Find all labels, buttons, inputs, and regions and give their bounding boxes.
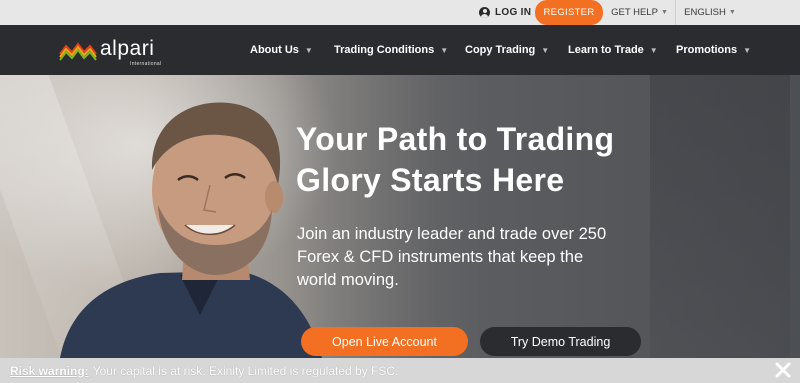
nav-item-label: About Us (250, 44, 299, 56)
chevron-down-icon: ▼ (660, 9, 668, 16)
main-navigation: alpari International About Us ▼ Trading … (0, 25, 800, 75)
nav-item-about-us[interactable]: About Us ▼ (250, 25, 313, 75)
hero-subtitle: Join an industry leader and trade over 2… (297, 223, 697, 292)
language-selector[interactable]: ENGLISH ▼ (677, 0, 743, 25)
hero-title-line: Glory Starts Here (296, 162, 565, 198)
nav-item-label: Promotions (676, 44, 738, 56)
hero-subtitle-line: Join an industry leader and trade over 2… (297, 225, 607, 243)
try-demo-trading-button[interactable]: Try Demo Trading (480, 327, 641, 356)
risk-warning-bar: Risk warning: Your capital is at risk. E… (0, 358, 800, 383)
chevron-down-icon: ▼ (728, 9, 736, 16)
nav-item-label: Copy Trading (465, 44, 536, 56)
hero-subtitle-line: world moving. (297, 271, 399, 289)
nav-item-trading-conditions[interactable]: Trading Conditions ▼ (334, 25, 448, 75)
nav-item-copy-trading[interactable]: Copy Trading ▼ (465, 25, 549, 75)
language-label: ENGLISH (684, 7, 726, 18)
hero-banner: Your Path to Trading Glory Starts Here J… (0, 75, 800, 358)
get-help-label: GET HELP (611, 7, 658, 18)
hero-title-line: Your Path to Trading (296, 121, 615, 157)
hero-subtitle-line: Forex & CFD instruments that keep the (297, 248, 584, 266)
risk-warning-text: Your capital is at risk. Exinity Limited… (92, 363, 399, 378)
login-label: LOG IN (495, 7, 532, 18)
open-live-account-button[interactable]: Open Live Account (301, 327, 468, 356)
chevron-down-icon: ▼ (649, 45, 658, 55)
register-button[interactable]: REGISTER (535, 0, 603, 25)
logo-tagline: International (130, 61, 162, 67)
nav-item-label: Learn to Trade (568, 44, 644, 56)
user-icon (479, 7, 490, 18)
chevron-down-icon: ▼ (440, 45, 449, 55)
logo-wordmark: alpari (100, 37, 155, 60)
hero-overlay (280, 75, 800, 358)
close-icon[interactable] (774, 361, 792, 379)
nav-item-promotions[interactable]: Promotions ▼ (676, 25, 751, 75)
risk-warning-label[interactable]: Risk warning: (10, 364, 89, 378)
hero-title: Your Path to Trading Glory Starts Here (296, 119, 716, 201)
chevron-down-icon: ▼ (541, 45, 550, 55)
logo-mark-icon (59, 42, 97, 61)
get-help-dropdown[interactable]: GET HELP ▼ (604, 0, 676, 25)
nav-item-learn-to-trade[interactable]: Learn to Trade ▼ (568, 25, 658, 75)
top-utility-bar: LOG IN REGISTER GET HELP ▼ ENGLISH ▼ (0, 0, 800, 25)
chevron-down-icon: ▼ (743, 45, 752, 55)
chevron-down-icon: ▼ (304, 45, 313, 55)
alpari-logo[interactable]: alpari International (58, 34, 173, 67)
login-link[interactable]: LOG IN (479, 0, 531, 25)
nav-item-label: Trading Conditions (334, 44, 435, 56)
